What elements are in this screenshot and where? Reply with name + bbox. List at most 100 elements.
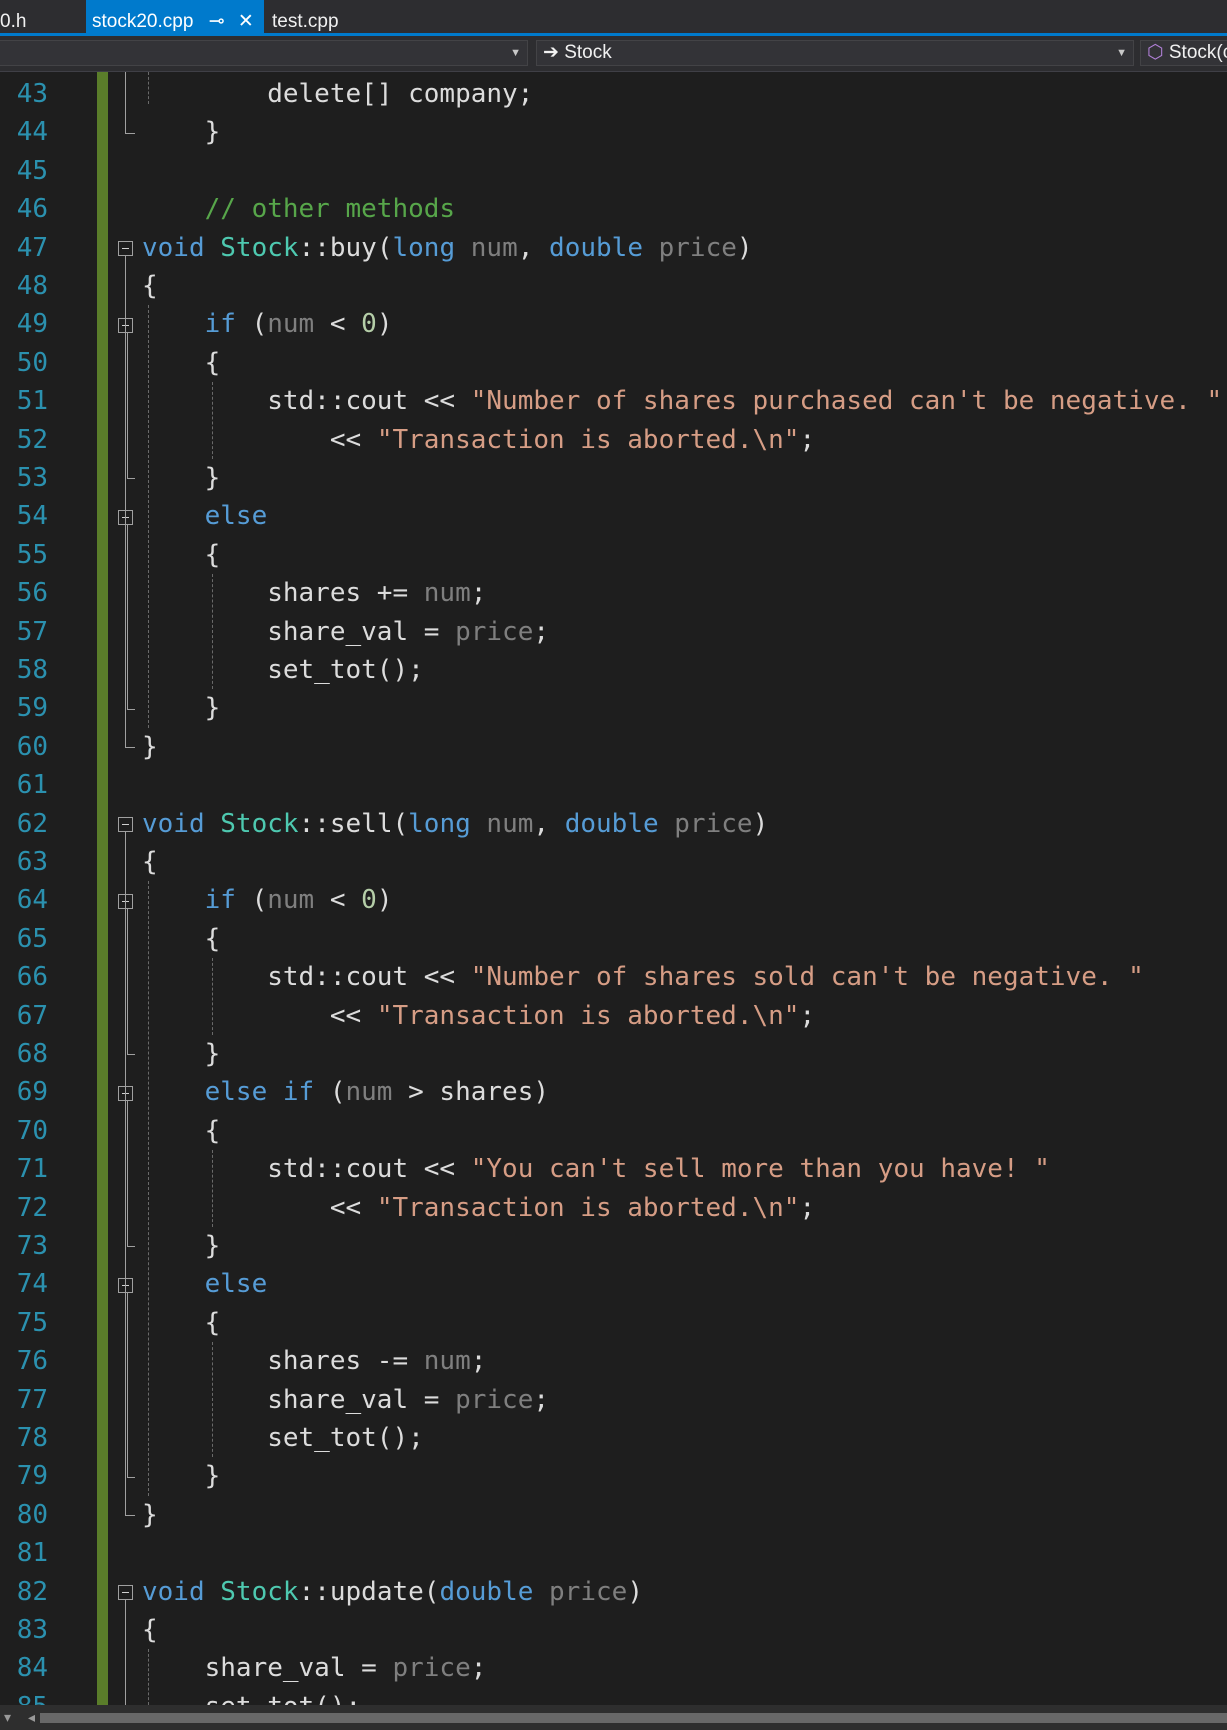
line-number: 44 bbox=[16, 117, 48, 148]
code-token: num bbox=[423, 1346, 471, 1377]
chevron-down-icon: ▼ bbox=[510, 47, 521, 59]
code-token: } bbox=[142, 1461, 221, 1492]
code-line: << "Transaction is aborted.\n"; bbox=[142, 997, 815, 1035]
code-token: if bbox=[142, 885, 252, 916]
tab-label: test.cpp bbox=[272, 11, 339, 32]
line-number: 82 bbox=[16, 1576, 48, 1607]
chevron-down-icon[interactable]: ▾ bbox=[4, 1709, 11, 1725]
line-number: 70 bbox=[16, 1115, 48, 1146]
code-line: std::cout << "You can't sell more than y… bbox=[142, 1150, 1050, 1188]
collapse-region-icon[interactable] bbox=[118, 240, 133, 256]
code-token: num bbox=[267, 885, 315, 916]
line-number: 68 bbox=[16, 1039, 48, 1069]
code-token: shares += bbox=[142, 578, 424, 609]
code-token: shares -= bbox=[142, 1346, 424, 1377]
code-line: set_tot(); bbox=[142, 651, 424, 689]
line-number: 67 bbox=[16, 1000, 48, 1031]
code-token: { bbox=[142, 347, 221, 378]
horizontal-scrollbar[interactable]: ▾ ◂ bbox=[0, 1705, 1227, 1730]
outline-line bbox=[125, 72, 126, 133]
code-token: price bbox=[658, 232, 737, 263]
code-line: if (num < 0) bbox=[142, 305, 393, 343]
tab-stock20-cpp[interactable]: stock20.cpp ⊸ ✕ bbox=[86, 0, 264, 33]
line-number: 84 bbox=[16, 1653, 48, 1684]
code-token: ::update( bbox=[298, 1576, 440, 1607]
outline-line bbox=[125, 132, 135, 134]
code-token: { bbox=[142, 271, 158, 301]
code-token: Stock bbox=[220, 232, 299, 263]
chevron-down-icon: ▼ bbox=[1116, 47, 1127, 59]
code-token: "Number of shares purchased can't be neg… bbox=[470, 386, 1223, 417]
tab-test-cpp[interactable]: test.cpp bbox=[270, 0, 370, 33]
code-token: ::buy( bbox=[298, 232, 393, 263]
code-token: ; bbox=[799, 1000, 816, 1031]
code-token: ) bbox=[627, 1576, 643, 1607]
code-token: ) bbox=[376, 309, 393, 340]
code-token: ( bbox=[329, 1077, 346, 1108]
member-dropdown[interactable]: ➔ Stock ▼ bbox=[536, 40, 1134, 66]
line-number: 73 bbox=[16, 1231, 48, 1261]
code-token: price bbox=[455, 616, 534, 647]
tab-header-file[interactable]: 0.h bbox=[0, 0, 70, 33]
chevron-left-icon[interactable]: ◂ bbox=[28, 1709, 35, 1725]
outline-line bbox=[125, 747, 135, 748]
code-token: num bbox=[486, 808, 534, 839]
outline-line bbox=[127, 1292, 128, 1477]
member-label: ➔ Stock bbox=[543, 42, 612, 63]
code-token: "Transaction is aborted.\n" bbox=[376, 1000, 800, 1031]
line-number: 80 bbox=[16, 1499, 48, 1530]
code-token: std::cout << bbox=[142, 386, 471, 417]
code-token: } bbox=[142, 117, 221, 148]
line-number: 79 bbox=[16, 1461, 48, 1492]
outline-line bbox=[127, 478, 135, 480]
code-token: if bbox=[142, 309, 252, 340]
code-token: ) bbox=[736, 232, 753, 263]
outline-line bbox=[125, 1515, 135, 1516]
code-token: } bbox=[142, 693, 221, 724]
code-token: ; bbox=[799, 424, 816, 455]
method-icon: ⬡ bbox=[1147, 42, 1164, 63]
scope-dropdown[interactable]: ▼ bbox=[0, 40, 528, 66]
code-token: num bbox=[470, 232, 518, 263]
line-number: 65 bbox=[16, 923, 48, 954]
code-editor[interactable]: 43 44 45 46 47 48 49 50 51 52 53 54 55 56 57 58 59 60 61 62… bbox=[0, 72, 1227, 1705]
code-line: void Stock::sell(long num, double price) bbox=[142, 805, 768, 843]
line-number: 46 bbox=[16, 194, 48, 225]
code-token: std::cout << bbox=[142, 1154, 471, 1185]
scrollbar-thumb[interactable] bbox=[40, 1713, 1227, 1723]
document-tab-strip: 0.h stock20.cpp ⊸ ✕ test.cpp bbox=[0, 0, 1227, 36]
code-line: shares -= num; bbox=[142, 1342, 486, 1380]
line-number: 58 bbox=[16, 655, 48, 685]
function-label: Stock(c bbox=[1168, 42, 1227, 63]
code-token: ) bbox=[752, 808, 769, 839]
code-token: price bbox=[392, 1653, 471, 1684]
line-number: 72 bbox=[16, 1192, 48, 1223]
code-line: { bbox=[142, 267, 158, 305]
code-token: "You can't sell more than you have! " bbox=[470, 1154, 1050, 1185]
code-token: ( bbox=[251, 309, 268, 340]
line-number: 59 bbox=[16, 693, 48, 724]
collapse-region-icon[interactable] bbox=[118, 1584, 133, 1600]
code-token: ; bbox=[533, 1384, 550, 1415]
code-token: 0 bbox=[361, 309, 377, 340]
line-number: 56 bbox=[16, 578, 48, 609]
code-token: double bbox=[439, 1576, 550, 1607]
code-token: Stock bbox=[220, 808, 299, 839]
code-token: double bbox=[564, 808, 675, 839]
code-token: double bbox=[549, 232, 659, 263]
code-token: { bbox=[142, 923, 221, 954]
line-number: 55 bbox=[16, 539, 48, 570]
code-line: { bbox=[142, 536, 221, 574]
code-token: set_tot(); bbox=[142, 655, 424, 685]
code-token: else bbox=[142, 1269, 268, 1300]
outline-line bbox=[125, 1599, 126, 1705]
line-number: 62 bbox=[16, 808, 48, 839]
code-token: } bbox=[142, 1499, 158, 1530]
code-token: ; bbox=[470, 578, 487, 609]
line-number: 66 bbox=[16, 962, 48, 993]
line-number: 50 bbox=[16, 347, 48, 378]
function-dropdown[interactable]: ⬡ Stock(c bbox=[1140, 40, 1227, 66]
code-token: long bbox=[392, 232, 471, 263]
collapse-region-icon[interactable] bbox=[118, 816, 133, 832]
line-number: 75 bbox=[16, 1307, 48, 1338]
